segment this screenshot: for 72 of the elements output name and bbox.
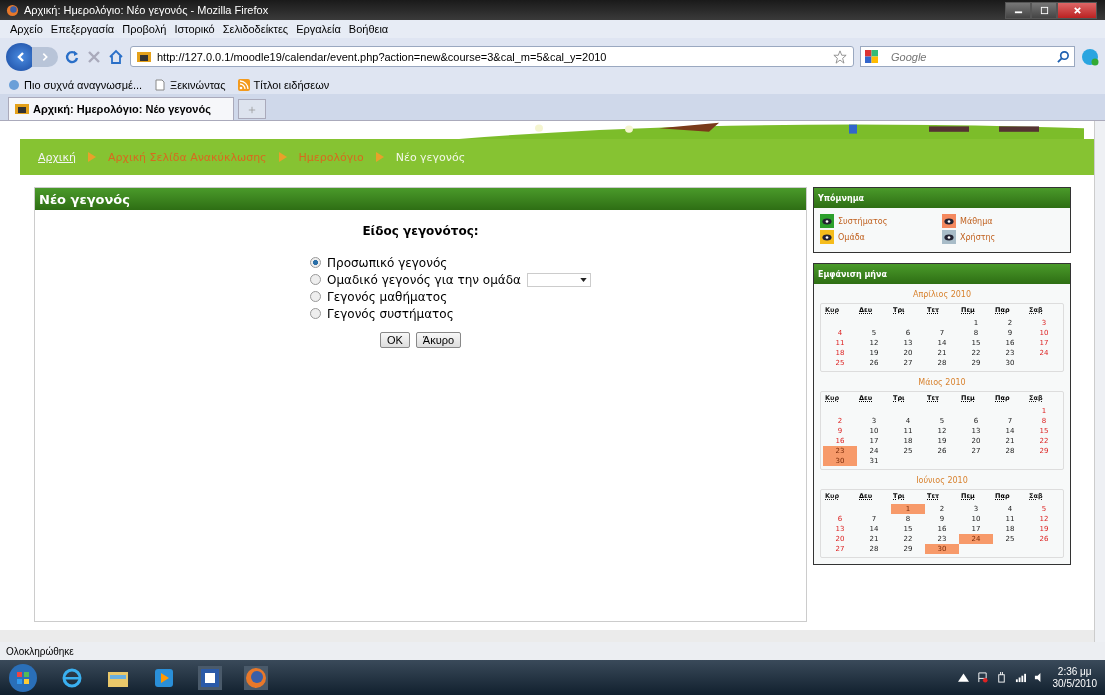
search-engine-icon[interactable] — [865, 50, 878, 63]
option-label: Γεγονός μαθήματος — [327, 289, 448, 304]
maximize-icon — [1039, 5, 1049, 15]
caret-icon — [579, 277, 587, 282]
option-label: Ομαδικό γεγονός για την ομάδα — [327, 272, 521, 287]
radio-button[interactable] — [310, 308, 322, 319]
arrow-separator-icon — [278, 152, 287, 162]
clock-date[interactable]: 30/5/2010 — [1052, 677, 1097, 690]
flag-icon[interactable] — [976, 672, 988, 683]
maximize-button[interactable] — [1031, 1, 1057, 19]
radio-button[interactable] — [310, 291, 322, 302]
caret-icon[interactable] — [957, 672, 969, 683]
close-icon — [1072, 5, 1082, 15]
globe-icon[interactable] — [244, 665, 268, 690]
bookmark-link[interactable]: Ξεκινώντας — [170, 78, 226, 91]
site-icon — [15, 103, 29, 115]
eye-icon — [822, 217, 832, 225]
legend-label[interactable]: Χρήστης — [960, 232, 996, 242]
bookmark-link[interactable]: Πιο συχνά αναγνωσμέ... — [24, 78, 143, 91]
legend-label[interactable]: Ομάδα — [838, 232, 865, 242]
document-icon — [154, 78, 167, 91]
form-heading: Είδος γεγονότος: — [362, 224, 479, 238]
radio-button[interactable] — [310, 257, 322, 268]
clock-time[interactable]: 2:36 μμ — [1057, 665, 1092, 678]
close-button[interactable] — [1057, 1, 1097, 19]
menu-item[interactable]: Προβολή — [122, 23, 167, 35]
menu-item[interactable]: Σελιδοδείκτες — [222, 23, 289, 35]
arrow-separator-icon — [375, 152, 384, 162]
menu-item[interactable]: Ιστορικό — [174, 23, 215, 35]
browser-tab[interactable]: Αρχική: Ημερολόγιο: Νέο γεγονός — [8, 97, 234, 120]
minimize-button[interactable] — [1005, 1, 1031, 19]
page-icon — [8, 78, 20, 91]
menu-item[interactable]: Επεξεργασία — [50, 23, 115, 35]
panel-header: Υπόμνημα — [814, 188, 1070, 208]
start-button-icon[interactable] — [8, 662, 38, 693]
menu-item[interactable]: Εργαλεία — [296, 23, 341, 35]
form-button[interactable]: OK — [379, 332, 410, 348]
legend-swatch[interactable] — [820, 214, 834, 228]
option-label: Προσωπικό γεγονός — [327, 255, 448, 270]
menu-item[interactable]: Αρχείο — [10, 23, 43, 35]
globe-icon — [6, 3, 19, 17]
panel-header: Εμφάνιση μήνα — [814, 264, 1070, 284]
eye-icon — [822, 233, 832, 241]
search-icon[interactable] — [1057, 50, 1070, 63]
scrollbar[interactable] — [1094, 121, 1105, 642]
document-w-icon[interactable] — [198, 665, 222, 690]
eye-icon — [944, 233, 954, 241]
plug-icon[interactable] — [995, 672, 1007, 683]
legend-swatch[interactable] — [942, 214, 956, 228]
eye-icon — [944, 217, 954, 225]
legend-label[interactable]: Συστήματος — [838, 216, 888, 226]
feed-icon — [237, 78, 250, 91]
legend-swatch[interactable] — [820, 230, 834, 244]
bookmark-link[interactable]: Τίτλοι ειδήσεων — [253, 78, 330, 91]
legend-label[interactable]: Μάθημα — [960, 216, 993, 226]
panel-header: Νέο γεγονός — [35, 188, 806, 210]
option-label: Γεγονός συστήματος — [327, 306, 454, 321]
home-icon[interactable] — [108, 48, 124, 65]
legend-swatch[interactable] — [942, 230, 956, 244]
menu-item[interactable]: Βοήθεια — [348, 23, 389, 35]
form-button[interactable]: Άκυρο — [415, 332, 462, 348]
plus-icon — [247, 105, 256, 114]
window-title: Αρχική: Ημερολόγιο: Νέο γεγονός - Mozilla Firefox — [24, 4, 269, 16]
search-field[interactable]: Google — [860, 46, 1075, 67]
signal-bars-icon[interactable] — [1014, 672, 1026, 683]
radio-button[interactable] — [310, 274, 322, 285]
arrow-separator-icon — [88, 152, 97, 162]
star-icon[interactable] — [833, 49, 847, 64]
site-icon — [137, 50, 151, 63]
status-text: Ολοκληρώθηκε — [6, 645, 74, 657]
address-field[interactable]: http://127.0.0.1/moodle19/calendar/event.php?action=new&course=3&cal_m=5&cal_y=2010 — [130, 46, 854, 67]
reload-icon[interactable] — [64, 48, 80, 65]
